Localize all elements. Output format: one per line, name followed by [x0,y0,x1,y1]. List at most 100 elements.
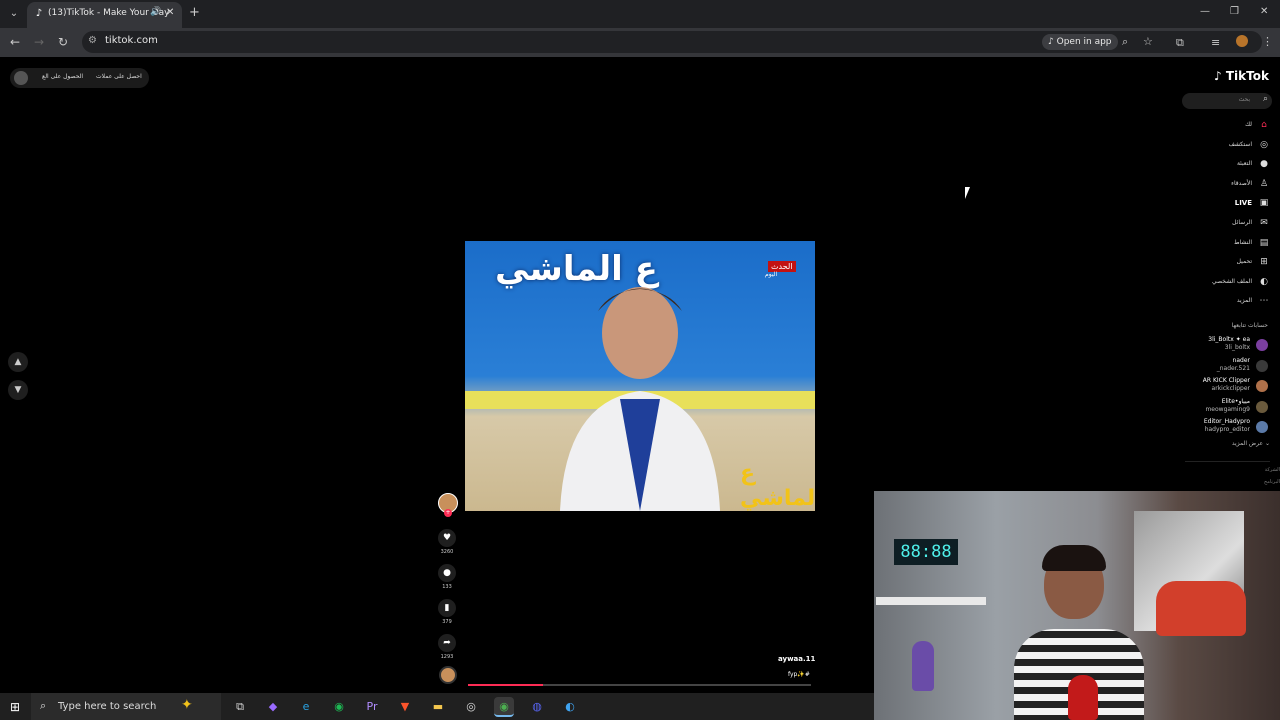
following-title: حسابات تتابعها [1231,322,1268,329]
next-video-button[interactable]: ▼ [8,380,28,400]
video-person [560,287,720,511]
close-tab-icon[interactable]: ✕ [166,7,174,18]
address-bar[interactable]: ⚙ tiktok.com ♪ Open in app ⌕ ☆ [82,31,1262,53]
share-action[interactable]: ➦ 1293 [436,634,458,660]
follow-plus-icon[interactable]: + [444,509,452,517]
discord-icon[interactable]: ◍ [527,697,547,717]
progress-fill [468,684,544,686]
premiere-icon[interactable]: Pr [362,697,382,717]
minimize-icon[interactable]: — [1200,6,1210,17]
footer-link[interactable]: الشركة [1265,467,1280,473]
like-action[interactable]: ♥ 3260 [436,529,458,555]
brave-icon[interactable]: ▼ [395,697,415,717]
messages-icon: ✉ [1260,218,1268,228]
taskbar-search[interactable]: ⌕ Type here to search ✦ [31,693,221,720]
video-player[interactable]: ع الماشي الحدث اليوم ع الماشي [465,241,815,511]
following-handle: hadypro_editor [1204,426,1250,433]
following-item[interactable]: nader _nader.521 [1190,357,1270,375]
tiktok-logo[interactable]: ♪ TikTok [1214,69,1269,83]
following-name: 3li_Boltx ✦ ea [1208,336,1250,343]
following-item[interactable]: AR KICK Clipper arkickclipper [1190,377,1270,395]
sidebar-divider [1185,461,1270,462]
share-icon[interactable]: ➦ [438,634,456,652]
webcam-overlay: 88:88 [874,491,1280,720]
browser-toolbar: ← → ↻ ⚙ tiktok.com ♪ Open in app ⌕ ☆ ⧉ ≡… [0,28,1280,57]
search-icon: ⌕ [40,699,47,712]
show-more-label: عرض المزيد [1231,440,1264,447]
task-view-icon[interactable]: ⧉ [230,697,250,717]
zoom-icon[interactable]: ⌕ [1122,35,1128,49]
following-name: AR KICK Clipper [1202,377,1250,384]
following-avatar [1256,339,1268,351]
following-item[interactable]: Elite•ميياو meowgaming9 [1190,398,1270,416]
microphone [1068,675,1098,720]
chrome-icon[interactable]: ◉ [494,697,514,717]
back-icon[interactable]: ← [10,35,20,49]
get-coins-label[interactable]: الحصول على الع [42,73,83,80]
open-in-app-label: Open in app [1056,37,1112,47]
get-offers-label[interactable]: احصل على عملات [96,73,142,80]
previous-video-button[interactable]: ▲ [8,352,28,372]
sidebar-item-label: الملف الشخصي [1212,277,1252,285]
footer-link[interactable]: البرنامج [1264,479,1280,485]
bookmark-star-icon[interactable]: ☆ [1143,35,1153,48]
following-avatar [1256,380,1268,392]
following-handle: 3li_boltx [1224,344,1250,351]
tiktok-favicon-icon: ♪ [35,8,43,19]
coins-pill[interactable]: الحصول على الع احصل على عملات [10,68,149,88]
more-icon: ⋯ [1259,296,1269,307]
search-icon[interactable]: ⌕ [1263,94,1268,104]
sidebar-item-label: التعبئة [1236,160,1252,168]
restore-icon[interactable]: ❐ [1230,6,1239,17]
edge-icon[interactable]: e [296,697,316,717]
save-action[interactable]: ▮ 379 [436,599,458,625]
forward-icon[interactable]: → [34,35,44,49]
extensions-icon[interactable]: ⧉ [1176,36,1184,50]
speaker-icon[interactable]: 🔊 [150,7,161,17]
copilot-icon[interactable]: ◆ [263,697,283,717]
comment-action[interactable]: ● 133 [436,564,458,590]
following-handle: meowgaming9 [1205,405,1250,413]
sidebar-item-label: استكشف [1228,140,1252,148]
sidebar-item-label: لك [1245,121,1252,128]
windows-start-icon[interactable]: ⊞ [10,700,20,714]
video-author[interactable]: aywaa.11 [778,655,815,663]
media-controls-icon[interactable]: ≡ [1211,36,1220,49]
sidebar-item-label: LIVE [1234,199,1252,208]
figurine [912,641,934,691]
following-avatar [1256,421,1268,433]
streamer-hair [1042,545,1106,571]
chrome-menu-icon[interactable]: ⋮ [1262,35,1273,48]
following-item[interactable]: Editor_Hadypro hadypro_editor [1190,418,1270,436]
open-in-app-button[interactable]: ♪ Open in app [1042,34,1118,50]
heart-icon[interactable]: ♥ [438,529,456,547]
search-input[interactable]: بحث ⌕ [1182,93,1272,109]
file-explorer-icon[interactable]: ▬ [428,697,448,717]
show-more-link[interactable]: عرض المزيد ⌄ [1232,440,1270,447]
following-name: Editor_Hadypro [1203,418,1250,425]
tab-search-button[interactable]: ⌄ [6,6,22,22]
close-window-icon[interactable]: ✕ [1260,6,1268,17]
app-icon[interactable]: ◐ [560,697,580,717]
like-count: 3260 [440,549,454,555]
following-handle: arkickclipper [1211,385,1250,392]
url-text[interactable]: tiktok.com [105,35,158,46]
sidebar-item-label: النشاط [1233,238,1252,246]
profile-avatar[interactable] [1236,35,1248,47]
upload-icon: ⊞ [1260,257,1268,268]
sidebar-item-label: الرسائل [1232,219,1252,226]
reload-icon[interactable]: ↻ [58,35,68,49]
obs-icon[interactable]: ◎ [461,697,481,717]
spotify-icon[interactable]: ◉ [329,697,349,717]
video-progress-bar[interactable] [468,684,811,686]
friends-icon: ♙ [1259,178,1269,189]
comment-icon[interactable]: ● [438,564,456,582]
browser-tab[interactable]: ♪ (13)TikTok - Make Your Day 🔊 ✕ [27,2,182,28]
video-hashtag[interactable]: fyp✨# [788,671,810,678]
bookmark-icon[interactable]: ▮ [438,599,456,617]
site-info-icon[interactable]: ⚙ [88,35,97,46]
following-item[interactable]: 3li_Boltx ✦ ea 3li_boltx [1190,336,1270,354]
new-tab-button[interactable]: + [189,5,200,20]
following-avatar [1256,400,1268,413]
music-disc-icon[interactable] [439,666,457,684]
